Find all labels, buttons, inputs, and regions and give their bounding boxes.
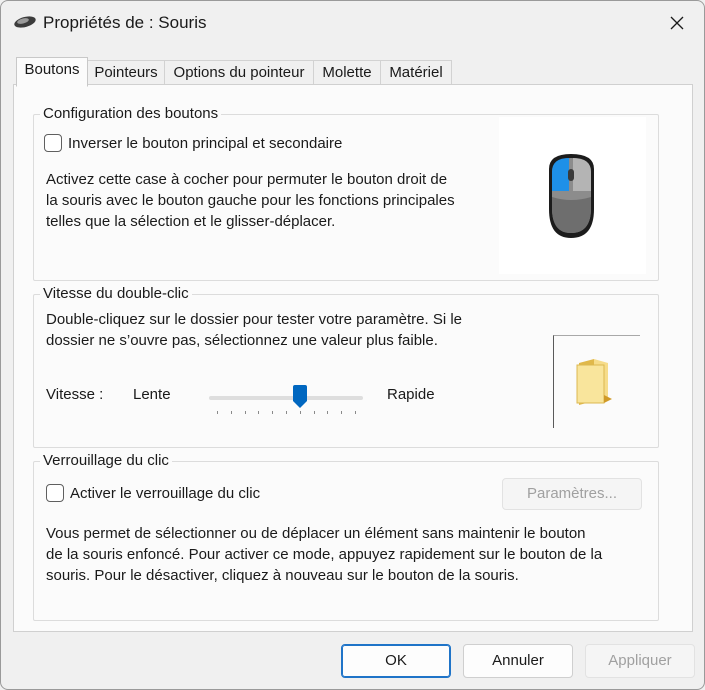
slider-tick xyxy=(355,411,356,414)
speed-label: Vitesse : xyxy=(46,386,104,403)
swap-buttons-checkbox[interactable] xyxy=(44,134,62,152)
click-lock-group: Verrouillage du clic Activer le verrouil… xyxy=(33,452,659,621)
swap-buttons-label: Inverser le bouton principal et secondai… xyxy=(68,134,343,152)
slider-tick xyxy=(258,411,260,414)
click-lock-settings-button[interactable]: Paramètres... xyxy=(502,478,642,510)
slider-tick xyxy=(217,411,218,414)
ok-button[interactable]: OK xyxy=(341,644,451,678)
description-line: souris. Pour le désactiver, cliquez à no… xyxy=(46,567,519,584)
description-line: Double-cliquez sur le dossier pour teste… xyxy=(46,311,463,328)
slider-tick xyxy=(230,411,232,414)
title-bar: Propriétés de : Souris xyxy=(1,1,704,47)
slider-tick xyxy=(272,411,274,414)
swap-buttons-checkbox-row[interactable]: Inverser le bouton principal et secondai… xyxy=(44,134,342,152)
mouse-preview xyxy=(499,117,646,274)
close-button[interactable] xyxy=(657,7,697,39)
properties-window: Propriétés de : Souris Boutons Pointeurs… xyxy=(0,0,705,690)
apply-button[interactable]: Appliquer xyxy=(585,644,695,678)
slider-track xyxy=(209,396,363,400)
double-click-group: Vitesse du double-clic Double-cliquez su… xyxy=(33,285,659,448)
test-folder-area[interactable] xyxy=(553,335,640,428)
mouse-icon xyxy=(549,154,594,238)
slow-label: Lente xyxy=(133,386,171,403)
mouse-app-icon xyxy=(14,16,36,28)
tab-panel-boutons: Configuration des boutons Inverser le bo… xyxy=(13,84,693,632)
description-line: la souris avec le bouton gauche pour les… xyxy=(46,192,455,209)
double-click-description: Double-cliquez sur le dossier pour teste… xyxy=(46,309,516,351)
click-lock-description: Vous permet de sélectionner ou de déplac… xyxy=(46,523,651,586)
group-title: Verrouillage du clic xyxy=(40,452,172,470)
tab-boutons[interactable]: Boutons xyxy=(16,57,88,87)
click-lock-checkbox[interactable] xyxy=(46,484,64,502)
tab-molette[interactable]: Molette xyxy=(313,60,381,85)
group-title: Vitesse du double-clic xyxy=(40,285,192,303)
folder-icon[interactable] xyxy=(574,357,620,407)
double-click-speed-slider[interactable] xyxy=(209,379,365,419)
slider-tick xyxy=(244,411,246,414)
button-config-group: Configuration des boutons Inverser le bo… xyxy=(33,105,659,281)
fast-label: Rapide xyxy=(387,386,435,403)
tab-pointeurs[interactable]: Pointeurs xyxy=(87,60,165,85)
group-title: Configuration des boutons xyxy=(40,105,222,123)
description-line: telles que la sélection et le glisser-dé… xyxy=(46,213,336,230)
slider-tick xyxy=(341,411,343,414)
tab-materiel[interactable]: Matériel xyxy=(380,60,452,85)
description-line: Activez cette case à cocher pour permute… xyxy=(46,171,448,188)
slider-tick xyxy=(286,411,287,414)
slider-thumb[interactable] xyxy=(292,385,308,409)
slider-tick xyxy=(327,411,329,414)
click-lock-checkbox-row[interactable]: Activer le verrouillage du clic xyxy=(46,484,260,502)
click-lock-label: Activer le verrouillage du clic xyxy=(70,484,261,502)
description-line: de la souris enfoncé. Pour activer ce mo… xyxy=(46,546,603,563)
description-line: Vous permet de sélectionner ou de déplac… xyxy=(46,525,586,542)
description-line: dossier ne s’ouvre pas, sélectionnez une… xyxy=(46,332,438,349)
button-config-description: Activez cette case à cocher pour permute… xyxy=(46,169,506,232)
tab-options-pointeur[interactable]: Options du pointeur xyxy=(164,60,314,85)
slider-tick xyxy=(313,411,315,414)
cancel-button[interactable]: Annuler xyxy=(463,644,573,678)
window-title: Propriétés de : Souris xyxy=(43,13,207,32)
slider-tick xyxy=(299,411,301,414)
close-icon xyxy=(670,16,684,30)
